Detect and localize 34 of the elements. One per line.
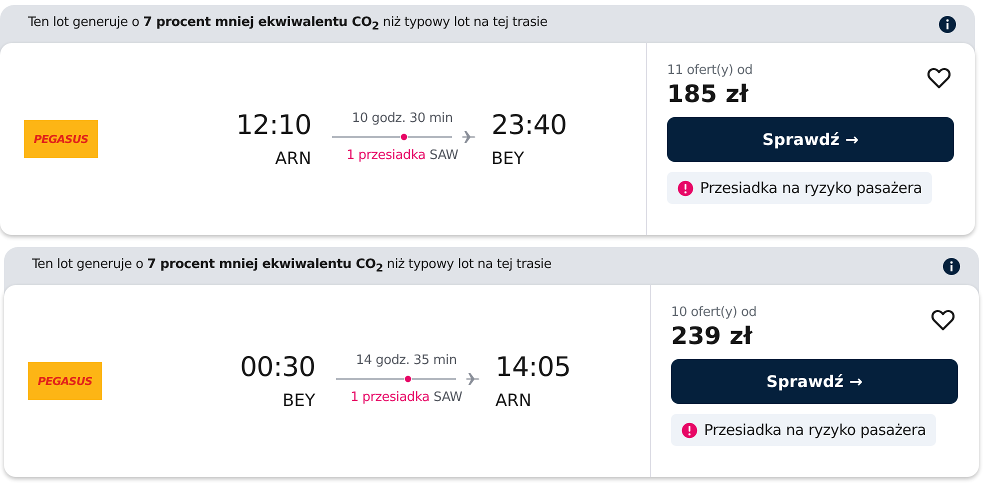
offers-count: 10 ofert(y) od (671, 305, 757, 320)
info-icon[interactable] (938, 14, 957, 34)
plane-icon (461, 129, 478, 145)
alert-icon (677, 180, 694, 196)
arrival-airport: ARN (495, 391, 532, 411)
flight-duration: 14 godz. 35 min (356, 353, 457, 368)
warning-text: Przesiadka na ryzyko pasażera (704, 421, 926, 439)
heart-icon[interactable] (926, 65, 952, 91)
eco-message: Ten lot generuje o 7 procent mniej ekwiwalentu CO$_{2}$ niż typowy lot na tej trasie (32, 257, 552, 275)
arrival-time: 23:40 (491, 109, 567, 143)
check-button[interactable]: Sprawdź → (671, 359, 958, 404)
stopover-airport: SAW (430, 148, 458, 163)
heart-icon[interactable] (930, 307, 956, 333)
departure-airport: BEY (282, 391, 316, 411)
arrival-time: 14:05 (495, 351, 571, 385)
plane-icon (465, 371, 482, 387)
check-button[interactable]: Sprawdź → (667, 117, 954, 162)
eco-message: Ten lot generuje o 7 procent mniej ekwiwalentu CO$_{2}$ niż typowy lot na tej trasie (28, 15, 548, 33)
airline-logo: PEGASUS (28, 362, 102, 400)
stopover-airport: SAW (434, 390, 462, 405)
departure-time: 00:30 (240, 351, 316, 385)
alert-icon (681, 422, 698, 438)
flight-duration: 10 godz. 30 min (352, 111, 453, 126)
stops-count: 1 przesiadka (350, 390, 430, 405)
info-icon[interactable] (942, 256, 961, 276)
price: 239 zł (671, 322, 754, 350)
departure-time: 12:10 (236, 109, 312, 143)
arrival-airport: BEY (491, 149, 524, 169)
price: 185 zł (667, 80, 750, 108)
warning-text: Przesiadka na ryzyko pasażera (700, 179, 922, 197)
offers-count: 11 ofert(y) od (667, 63, 753, 78)
stops-count: 1 przesiadka (346, 148, 426, 163)
departure-airport: ARN (275, 149, 312, 169)
airline-logo: PEGASUS (24, 120, 98, 158)
